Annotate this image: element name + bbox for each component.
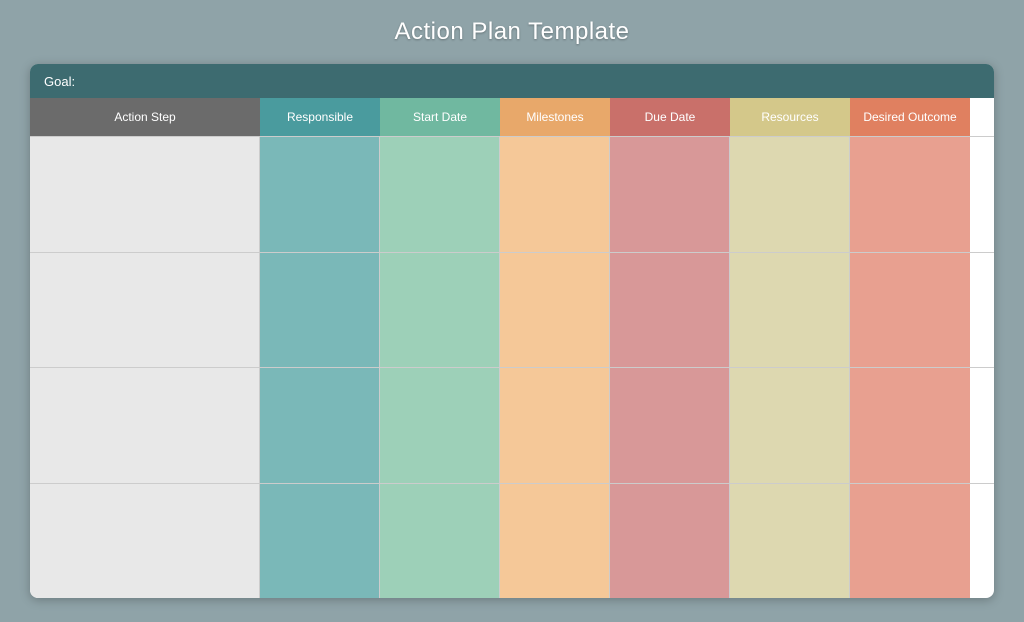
table-row	[30, 252, 994, 368]
cell-responsible-1[interactable]	[260, 137, 380, 252]
cell-resources-2[interactable]	[730, 253, 850, 368]
goal-label: Goal:	[44, 74, 75, 89]
cell-responsible-4[interactable]	[260, 484, 380, 599]
cell-action-step-3[interactable]	[30, 368, 260, 483]
cell-resources-4[interactable]	[730, 484, 850, 599]
cell-action-step-4[interactable]	[30, 484, 260, 599]
cell-start-date-3[interactable]	[380, 368, 500, 483]
page-title: Action Plan Template	[394, 18, 629, 46]
grid-table: Action Step Responsible Start Date Miles…	[30, 98, 994, 598]
table-row	[30, 483, 994, 599]
header-due-date: Due Date	[610, 98, 730, 136]
header-milestones: Milestones	[500, 98, 610, 136]
cell-responsible-2[interactable]	[260, 253, 380, 368]
cell-milestones-2[interactable]	[500, 253, 610, 368]
cell-due-date-2[interactable]	[610, 253, 730, 368]
cell-desired-outcome-4[interactable]	[850, 484, 970, 599]
header-row: Action Step Responsible Start Date Miles…	[30, 98, 994, 136]
cell-resources-1[interactable]	[730, 137, 850, 252]
table-container: Goal: Action Step Responsible Start Date…	[30, 64, 994, 598]
header-start-date: Start Date	[380, 98, 500, 136]
cell-start-date-2[interactable]	[380, 253, 500, 368]
data-rows	[30, 136, 994, 598]
header-desired-outcome: Desired Outcome	[850, 98, 970, 136]
cell-responsible-3[interactable]	[260, 368, 380, 483]
goal-bar: Goal:	[30, 64, 994, 98]
cell-start-date-1[interactable]	[380, 137, 500, 252]
table-row	[30, 136, 994, 252]
cell-desired-outcome-2[interactable]	[850, 253, 970, 368]
cell-action-step-1[interactable]	[30, 137, 260, 252]
cell-due-date-3[interactable]	[610, 368, 730, 483]
header-responsible: Responsible	[260, 98, 380, 136]
cell-resources-3[interactable]	[730, 368, 850, 483]
cell-milestones-3[interactable]	[500, 368, 610, 483]
page-wrapper: Action Plan Template Goal: Action Step R…	[0, 0, 1024, 622]
cell-due-date-1[interactable]	[610, 137, 730, 252]
cell-start-date-4[interactable]	[380, 484, 500, 599]
cell-milestones-1[interactable]	[500, 137, 610, 252]
cell-action-step-2[interactable]	[30, 253, 260, 368]
table-row	[30, 367, 994, 483]
cell-desired-outcome-1[interactable]	[850, 137, 970, 252]
cell-due-date-4[interactable]	[610, 484, 730, 599]
header-action-step: Action Step	[30, 98, 260, 136]
cell-milestones-4[interactable]	[500, 484, 610, 599]
header-resources: Resources	[730, 98, 850, 136]
cell-desired-outcome-3[interactable]	[850, 368, 970, 483]
